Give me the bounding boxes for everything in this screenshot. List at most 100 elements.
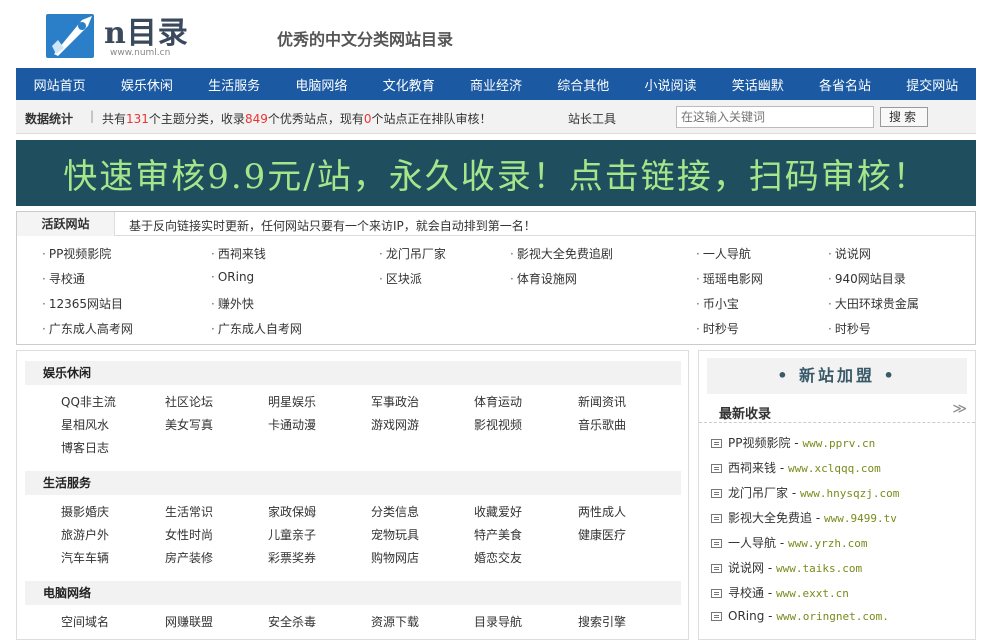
subcategory-link[interactable]: 生活常识 xyxy=(165,503,213,520)
subcategory-link[interactable]: 安全杀毒 xyxy=(268,613,316,630)
record-name[interactable]: 龙门吊厂家 xyxy=(728,486,788,500)
subcategory-link[interactable]: 儿童亲子 xyxy=(268,526,316,543)
active-site-link[interactable]: 影视大全免费追剧 xyxy=(510,245,613,262)
record-url[interactable]: www.xclqqq.com xyxy=(788,462,881,475)
category-title[interactable]: 生活服务 xyxy=(25,471,681,495)
active-site-link[interactable]: 广东成人高考网 xyxy=(42,320,133,337)
record-name[interactable]: PP视频影院 xyxy=(728,436,790,450)
logo-text[interactable]: n目录 xyxy=(104,8,189,52)
record-name[interactable]: 西祠来钱 xyxy=(728,461,776,475)
active-site-link[interactable]: 说说网 xyxy=(828,245,871,262)
record-name[interactable]: 影视大全免费追 xyxy=(728,511,812,525)
search-input[interactable] xyxy=(676,106,874,128)
active-site-link[interactable]: ORing xyxy=(211,270,254,284)
record-name[interactable]: 一人导航 xyxy=(728,536,776,550)
category-title[interactable]: 电脑网络 xyxy=(25,581,681,605)
nav-computer-network[interactable]: 电脑网络 xyxy=(295,75,347,94)
subcategory-link[interactable]: 健康医疗 xyxy=(578,526,626,543)
nav-other[interactable]: 综合其他 xyxy=(557,75,609,94)
active-site-link[interactable]: 时秒号 xyxy=(696,320,739,337)
active-site-link[interactable]: 12365网站目 xyxy=(42,295,123,312)
subcategory-link[interactable]: 影视视频 xyxy=(474,416,522,433)
nav-culture-education[interactable]: 文化教育 xyxy=(383,75,435,94)
subcategory-link[interactable]: 房产装修 xyxy=(165,549,213,566)
record-url[interactable]: www.yrzh.com xyxy=(788,537,867,550)
subcategory-link[interactable]: 网赚联盟 xyxy=(165,613,213,630)
active-site-link[interactable]: PP视频影院 xyxy=(42,245,111,262)
new-site-join-button[interactable]: • 新站加盟 • xyxy=(707,358,967,394)
active-site-link[interactable]: 一人导航 xyxy=(696,245,751,262)
webmaster-tools-link[interactable]: 站长工具 xyxy=(568,110,616,127)
active-site-link[interactable]: 龙门吊厂家 xyxy=(379,245,446,262)
subcategory-link[interactable]: 社区论坛 xyxy=(165,393,213,410)
new-record-item[interactable]: 西祠来钱 - www.xclqqq.com xyxy=(711,459,881,476)
subcategory-link[interactable]: 汽车车辆 xyxy=(61,549,109,566)
subcategory-link[interactable]: 明星娱乐 xyxy=(268,393,316,410)
subcategory-link[interactable]: 家政保姆 xyxy=(268,503,316,520)
category-title[interactable]: 娱乐休闲 xyxy=(25,361,681,385)
subcategory-link[interactable]: 空间域名 xyxy=(61,613,109,630)
subcategory-link[interactable]: 彩票奖券 xyxy=(268,549,316,566)
subcategory-link[interactable]: 星相风水 xyxy=(61,416,109,433)
new-record-item[interactable]: PP视频影院 - www.pprv.cn xyxy=(711,434,875,451)
subcategory-link[interactable]: 军事政治 xyxy=(371,393,419,410)
more-icon[interactable]: ≫ xyxy=(952,401,967,417)
subcategory-link[interactable]: 美女写真 xyxy=(165,416,213,433)
subcategory-link[interactable]: 婚恋交友 xyxy=(474,549,522,566)
active-site-link[interactable]: 赚外快 xyxy=(211,295,254,312)
rocket-logo-icon[interactable] xyxy=(44,10,100,60)
active-site-link[interactable]: 940网站目录 xyxy=(828,270,906,287)
subcategory-link[interactable]: 旅游户外 xyxy=(61,526,109,543)
record-url[interactable]: www.9499.tv xyxy=(824,512,897,525)
new-record-item[interactable]: 龙门吊厂家 - www.hnysqzj.com xyxy=(711,484,899,501)
active-site-link[interactable]: 大田环球贵金属 xyxy=(828,295,919,312)
subcategory-link[interactable]: QQ非主流 xyxy=(61,393,116,410)
active-site-link[interactable]: 币小宝 xyxy=(696,295,739,312)
active-site-link[interactable]: 体育设施网 xyxy=(510,270,577,287)
promo-banner[interactable]: 快速审核9.9元/站，永久收录！点击链接，扫码审核！ xyxy=(16,140,976,206)
active-site-link[interactable]: 寻校通 xyxy=(42,270,85,287)
subcategory-link[interactable]: 博客日志 xyxy=(61,439,109,456)
nav-provincial-sites[interactable]: 各省名站 xyxy=(819,75,871,94)
record-name[interactable]: ORing xyxy=(728,609,764,623)
subcategory-link[interactable]: 资源下载 xyxy=(371,613,419,630)
subcategory-link[interactable]: 卡通动漫 xyxy=(268,416,316,433)
record-name[interactable]: 说说网 xyxy=(728,561,764,575)
record-url[interactable]: www.hnysqzj.com xyxy=(800,487,899,500)
subcategory-link[interactable]: 两性成人 xyxy=(578,503,626,520)
nav-entertainment[interactable]: 娱乐休闲 xyxy=(121,75,173,94)
subcategory-link[interactable]: 分类信息 xyxy=(371,503,419,520)
subcategory-link[interactable]: 音乐歌曲 xyxy=(578,416,626,433)
subcategory-link[interactable]: 女性时尚 xyxy=(165,526,213,543)
subcategory-link[interactable]: 游戏网游 xyxy=(371,416,419,433)
nav-jokes[interactable]: 笑话幽默 xyxy=(732,75,784,94)
record-name[interactable]: 寻校通 xyxy=(728,586,764,600)
subcategory-link[interactable]: 搜索引擎 xyxy=(578,613,626,630)
subcategory-link[interactable]: 摄影婚庆 xyxy=(61,503,109,520)
active-site-link[interactable]: 瑶瑶电影网 xyxy=(696,270,763,287)
record-url[interactable]: www.taiks.com xyxy=(776,562,862,575)
subcategory-link[interactable]: 体育运动 xyxy=(474,393,522,410)
active-site-link[interactable]: 时秒号 xyxy=(828,320,871,337)
search-button[interactable]: 搜索 xyxy=(880,107,928,127)
active-site-link[interactable]: 区块派 xyxy=(379,270,422,287)
active-site-link[interactable]: 广东成人自考网 xyxy=(211,320,302,337)
subcategory-link[interactable]: 宠物玩具 xyxy=(371,526,419,543)
new-record-item[interactable]: 影视大全免费追 - www.9499.tv xyxy=(711,509,897,526)
subcategory-link[interactable]: 收藏爱好 xyxy=(474,503,522,520)
new-record-item[interactable]: 一人导航 - www.yrzh.com xyxy=(711,534,867,551)
subcategory-link[interactable]: 特产美食 xyxy=(474,526,522,543)
subcategory-link[interactable]: 购物网店 xyxy=(371,549,419,566)
nav-submit-site[interactable]: 提交网站 xyxy=(906,75,958,94)
nav-home[interactable]: 网站首页 xyxy=(34,75,86,94)
subcategory-link[interactable]: 目录导航 xyxy=(474,613,522,630)
new-record-item[interactable]: ORing - www.oringnet.com. xyxy=(711,609,889,623)
record-url[interactable]: www.pprv.cn xyxy=(802,437,875,450)
nav-business[interactable]: 商业经济 xyxy=(470,75,522,94)
new-record-item[interactable]: 说说网 - www.taiks.com xyxy=(711,559,862,576)
nav-novels[interactable]: 小说阅读 xyxy=(644,75,696,94)
new-record-item[interactable]: 寻校通 - www.exxt.cn xyxy=(711,584,849,601)
record-url[interactable]: www.exxt.cn xyxy=(776,587,849,600)
record-url[interactable]: www.oringnet.com. xyxy=(776,610,889,623)
active-site-link[interactable]: 西祠来钱 xyxy=(211,245,266,262)
